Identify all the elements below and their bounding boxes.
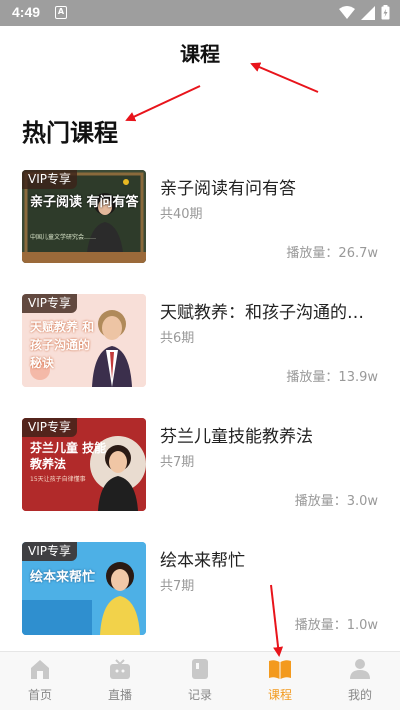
course-item[interactable]: 亲子阅读 有问有答 中国儿童文学研究会…… VIP专享 亲子阅读有问有答 共40… [0,170,400,270]
tv-icon [110,659,130,679]
course-title[interactable]: 亲子阅读有问有答 [160,174,382,199]
thumbnail-text: 天赋教养 和孩子沟通的 秘诀 [30,320,95,370]
vip-badge: VIP专享 [22,170,77,189]
thumbnail-text: 绘本来帮忙 [30,570,96,585]
course-play-count: 播放量：26.7w [286,246,378,261]
nav-record[interactable]: 记录 [160,652,240,710]
notification-icon: A [55,6,67,19]
thumbnail-caption: 中国儿童文学研究会…… [30,234,97,241]
thumbnail-text: 亲子阅读 有问有答 [30,195,139,210]
vip-badge: VIP专享 [22,294,77,313]
course-play-count: 播放量：13.9w [286,370,378,385]
bottom-nav: 首页 直播 记录 课程 我的 [0,651,400,710]
section-title-hot-courses: 热门课程 [22,119,118,147]
status-time: 4:49 [12,4,41,20]
course-thumbnail[interactable]: 绘本来帮忙 VIP专享 [22,542,146,635]
page-title: 课程 [180,42,220,66]
course-episode-count: 共40期 [160,207,203,222]
annotation-arrow-title [250,62,319,93]
signal-icon [361,5,375,20]
profile-icon [350,659,370,679]
course-thumbnail[interactable]: 芬兰儿童 技能教养法 15天让孩子自律懂事 VIP专享 [22,418,146,511]
nav-live-label: 直播 [107,688,132,702]
course-episode-count: 共6期 [160,331,195,346]
nav-courses[interactable]: 课程 [240,652,320,710]
course-play-count: 播放量：1.0w [294,618,378,633]
thumbnail-text: 芬兰儿童 技能教养法 [30,441,107,471]
course-episode-count: 共7期 [160,455,195,470]
course-title[interactable]: 芬兰儿童技能教养法 [160,422,382,447]
nav-courses-label: 课程 [267,688,292,702]
record-icon [192,659,208,679]
battery-icon [381,5,390,20]
annotation-arrow-section [125,85,201,122]
course-play-count: 播放量：3.0w [294,494,378,509]
course-thumbnail[interactable]: 亲子阅读 有问有答 中国儿童文学研究会…… VIP专享 [22,170,146,263]
course-title[interactable]: 绘本来帮忙 [160,546,382,571]
nav-home-label: 首页 [27,688,52,702]
vip-badge: VIP专享 [22,418,77,437]
wifi-icon [339,5,355,19]
nav-profile[interactable]: 我的 [320,652,400,710]
course-episode-count: 共7期 [160,579,195,594]
nav-live[interactable]: 直播 [80,652,160,710]
course-item[interactable]: 芬兰儿童 技能教养法 15天让孩子自律懂事 VIP专享 芬兰儿童技能教养法 共7… [0,418,400,518]
course-item[interactable]: 天赋教养 和孩子沟通的 秘诀 VIP专享 天赋教养：和孩子沟通的… 共6期 播放… [0,294,400,394]
thumbnail-caption: 15天让孩子自律懂事 [30,476,86,483]
vip-badge: VIP专享 [22,542,77,561]
course-thumbnail[interactable]: 天赋教养 和孩子沟通的 秘诀 VIP专享 [22,294,146,387]
course-title[interactable]: 天赋教养：和孩子沟通的… [160,298,382,323]
course-item[interactable]: 绘本来帮忙 VIP专享 绘本来帮忙 共7期 播放量：1.0w [0,542,400,642]
nav-record-label: 记录 [187,688,212,702]
nav-home[interactable]: 首页 [0,652,80,710]
nav-profile-label: 我的 [347,688,372,702]
status-bar: 4:49 A [0,0,400,26]
status-icons [339,5,390,20]
home-icon [31,660,49,679]
book-icon [269,660,291,679]
